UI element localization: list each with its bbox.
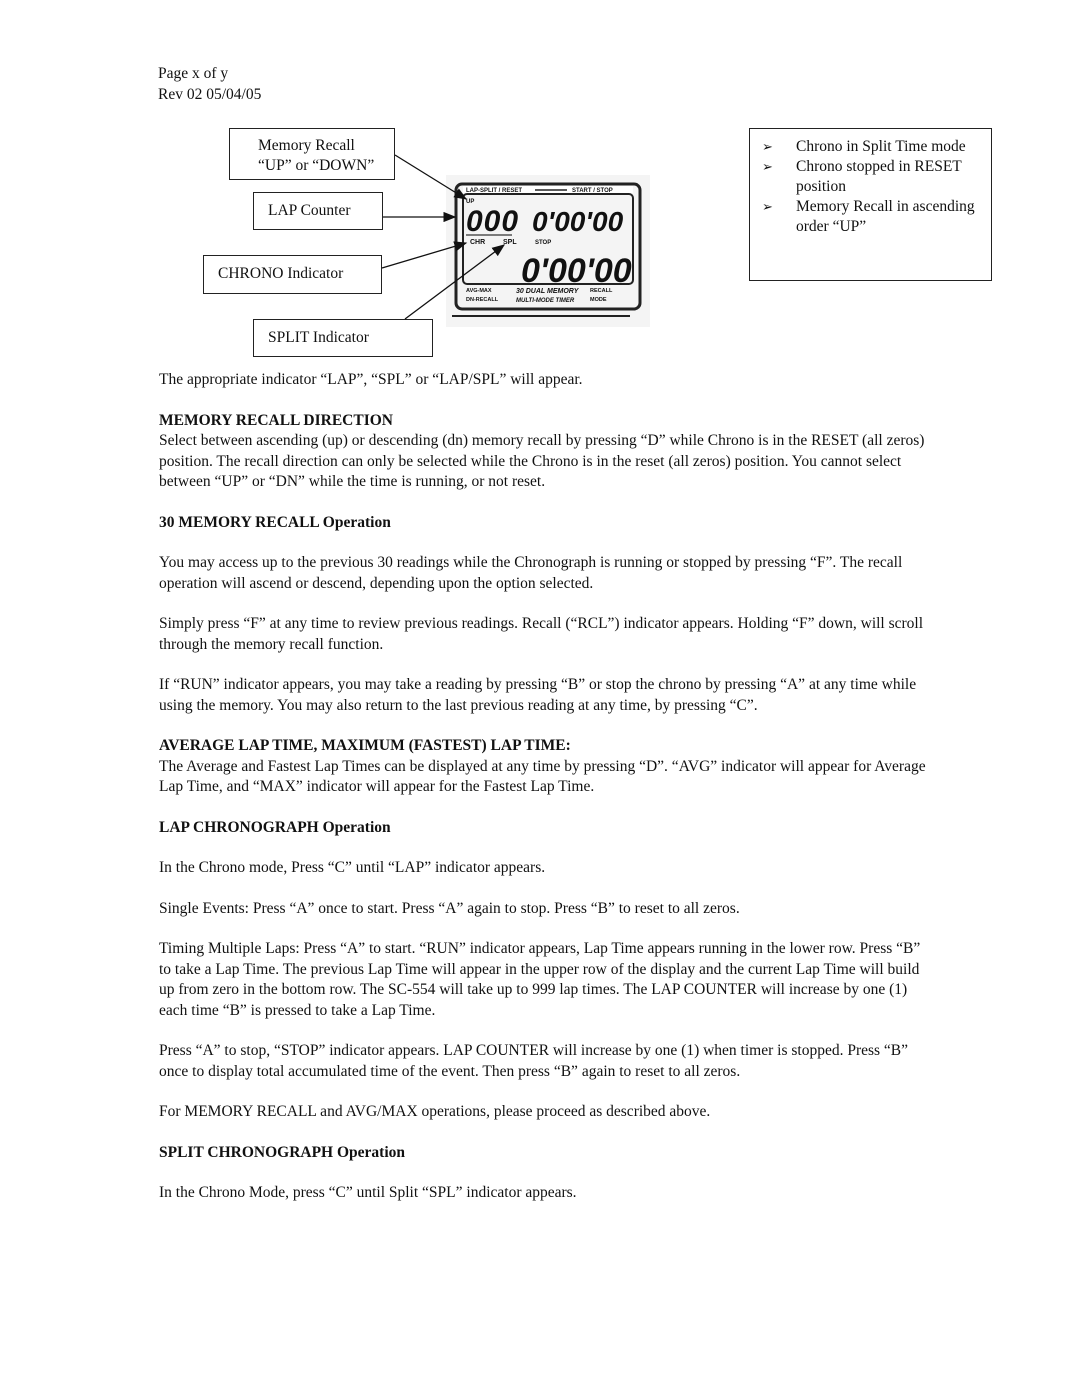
paragraph: Simply press “F” at any time to review p… [159,615,924,653]
lcd-lap-count: 000 [466,205,519,238]
intro-paragraph: The appropriate indicator “LAP”, “SPL” o… [159,371,583,388]
paragraph: Timing Multiple Laps: Press “A” to start… [159,940,921,1019]
status-item-text: Memory Recall in ascending order “UP” [796,198,975,235]
lcd-label-recall: RECALL [590,288,613,294]
arrowhead-bullet-icon: ➢ [762,159,773,174]
status-item: ➢ Memory Recall in ascending order “UP” [762,197,981,237]
status-list: ➢ Chrono in Split Time mode ➢ Chrono stopp… [762,137,981,237]
arrowhead-bullet-icon: ➢ [762,139,773,154]
paragraph: You may access up to the previous 30 rea… [159,554,903,592]
paragraph: Press “A” to stop, “STOP” indicator appe… [159,1042,909,1080]
lcd-chr-indicator: CHR [470,239,485,246]
heading-split-chronograph: SPLIT CHRONOGRAPH Operation [159,1143,406,1161]
paragraph: In the Chrono mode, Press “C” until “LAP… [159,859,546,876]
paragraph: In the Chrono Mode, press “C” until Spli… [159,1184,577,1201]
heading-lap-chronograph: LAP CHRONOGRAPH Operation [159,818,391,836]
arrowhead-bullet-icon: ➢ [762,199,773,214]
status-item: ➢ Chrono stopped in RESET position [762,157,981,197]
lcd-label-mode: MODE [590,297,607,303]
paragraph: The Average and Fastest Lap Times can be… [159,757,926,796]
paragraph: For MEMORY RECALL and AVG/MAX operations… [159,1103,711,1120]
lcd-label-multi-mode: MULTI-MODE TIMER [516,298,575,304]
lcd-upper-time: 0'00'00 [532,206,624,237]
status-item-text: Chrono in Split Time mode [796,138,966,155]
heading-memory-recall-direction: MEMORY RECALL DIRECTION [159,411,393,429]
lcd-stop-indicator: STOP [535,240,551,246]
status-item-text: Chrono stopped in RESET position [796,158,962,195]
lcd-spl-indicator: SPL [503,239,517,246]
status-item: ➢ Chrono in Split Time mode [762,137,981,157]
lcd-label-dn-recall: DN-RECALL [466,297,499,303]
paragraph: Single Events: Press “A” once to start. … [159,899,740,917]
lcd-label-dual-memory: 30 DUAL MEMORY [516,288,580,295]
lcd-label-start-stop: START / STOP [572,188,613,194]
heading-average-max-lap-time: AVERAGE LAP TIME, MAXIMUM (FASTEST) LAP … [159,737,571,754]
lcd-label-lap-split-reset: LAP-SPLIT / RESET [466,188,522,194]
lcd-lower-time: 0'00'00 [521,252,632,290]
status-box: ➢ Chrono in Split Time mode ➢ Chrono stopp… [749,128,992,281]
lcd-photo-background [446,175,650,327]
document-body: The appropriate indicator “LAP”, “SPL” o… [159,370,929,1224]
paragraph: Select between ascending (up) or descend… [159,432,925,490]
paragraph: If “RUN” indicator appears, you may take… [159,676,917,714]
lcd-label-avg-max: AVG-MAX [466,288,492,294]
heading-30-memory-recall: 30 MEMORY RECALL Operation [159,513,391,531]
